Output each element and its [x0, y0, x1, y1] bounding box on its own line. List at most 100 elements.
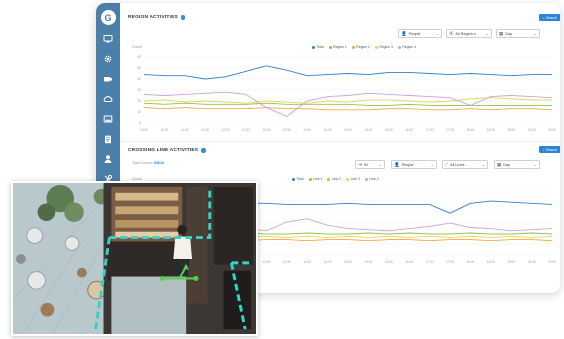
y-tick-label: 10	[137, 110, 141, 114]
x-tick-label: 20:00	[548, 260, 556, 264]
x-tick-label: 18:00	[466, 260, 474, 264]
crossing-period-select[interactable]: ▦ Day ⌄	[494, 160, 540, 169]
legend-item[interactable]: Region 4	[397, 45, 416, 49]
y-tick-label: 50	[137, 66, 141, 70]
crossing-legend: Total Line 1 Line 2 Line 3 Line 4	[292, 177, 379, 181]
crossing-search-button[interactable]: ⌕ Search	[539, 146, 560, 153]
x-tick-label: 18:30	[487, 128, 495, 132]
chevron-down-icon: ⌄	[481, 162, 485, 167]
crossing-title-text: CROSSING LINE ACTIVITIES	[128, 148, 199, 153]
x-tick-label: 18:30	[487, 260, 495, 264]
x-tick-label: 15:00	[344, 260, 352, 264]
x-tick-label: 19:30	[528, 260, 536, 264]
person-icon: 👤	[401, 30, 407, 36]
y-tick-label: 30	[137, 88, 141, 92]
chevron-down-icon: ⌄	[435, 31, 439, 36]
region-search-label: Search	[545, 15, 558, 20]
x-tick-label: 14:30	[324, 260, 332, 264]
x-tick-label: 15:00	[344, 128, 352, 132]
x-tick-label: 14:00	[303, 260, 311, 264]
crossing-total-counts: Total Counts: 83616	[132, 161, 164, 165]
legend-item[interactable]: Region 2	[351, 45, 370, 49]
user-icon[interactable]	[96, 153, 120, 165]
x-tick-label: 11:30	[201, 128, 209, 132]
chevron-down-icon: ⌄	[533, 31, 537, 36]
info-icon[interactable]	[180, 15, 186, 20]
legend-label: Line 4	[369, 177, 379, 181]
region-y-axis-label: Count	[132, 45, 142, 49]
clipboard-icon[interactable]	[96, 133, 120, 145]
legend-item[interactable]: Total	[312, 45, 324, 49]
region-panel-title: REGION ACTIVITIES	[128, 15, 186, 20]
x-tick-label: 19:00	[507, 260, 515, 264]
x-tick-label: 17:00	[426, 260, 434, 264]
legend-swatch	[327, 177, 331, 181]
crossing-period-value: Day	[503, 162, 511, 167]
x-tick-label: 10:30	[160, 128, 168, 132]
location-pin-icon: ⦿	[449, 30, 454, 36]
x-tick-label: 13:30	[283, 260, 291, 264]
monitor-icon[interactable]	[96, 33, 120, 45]
app-logo[interactable]: G	[100, 10, 116, 25]
legend-item[interactable]: Line 4	[364, 177, 379, 181]
x-tick-label: 15:30	[364, 128, 372, 132]
x-tick-label: 10:00	[140, 128, 148, 132]
legend-item[interactable]: Line 2	[327, 177, 341, 181]
x-tick-label: 18:00	[466, 128, 474, 132]
region-object-select[interactable]: 👤 People ⌄	[398, 29, 442, 38]
legend-label: Total	[316, 45, 324, 49]
legend-swatch	[397, 45, 401, 49]
camera-icon[interactable]	[96, 73, 120, 85]
series-line-region-3[interactable]	[143, 97, 552, 104]
x-tick-label: 12:30	[242, 128, 250, 132]
crossing-lines-value: All Lines	[450, 162, 465, 167]
x-tick-label: 11:00	[181, 128, 189, 132]
legend-item[interactable]: Region 3	[374, 45, 393, 49]
cloud-icon[interactable]	[96, 93, 120, 105]
x-tick-label: 16:00	[385, 128, 393, 132]
image-icon[interactable]	[96, 113, 120, 125]
x-tick-label: 17:30	[446, 128, 454, 132]
region-title-text: REGION ACTIVITIES	[128, 15, 178, 20]
legend-swatch	[346, 177, 350, 181]
legend-item[interactable]: Region 1	[328, 45, 347, 49]
search-icon: ⌕	[542, 147, 545, 152]
search-icon: ⌕	[542, 15, 545, 20]
crossing-direction-select[interactable]: ⇥ IN ⌄	[355, 160, 385, 169]
calendar-icon: ▦	[497, 161, 502, 167]
crossing-lines-select[interactable]: ⟋ All Lines ⌄	[442, 160, 488, 169]
x-tick-label: 12:00	[222, 128, 230, 132]
series-line-region-1[interactable]	[143, 102, 552, 106]
x-tick-label: 14:00	[303, 128, 311, 132]
region-region-select[interactable]: ⦿ All Region s ⌄	[446, 29, 492, 38]
legend-swatch	[364, 177, 368, 181]
legend-item[interactable]: Line 3	[346, 177, 360, 181]
x-tick-label: 13:00	[262, 128, 270, 132]
legend-swatch	[374, 45, 378, 49]
gear-icon[interactable]	[96, 53, 120, 65]
legend-item[interactable]: Total	[292, 177, 304, 181]
cafe-scene-image	[13, 183, 256, 334]
enter-icon: ⇥	[358, 161, 362, 167]
region-period-select[interactable]: ▦ Day ⌄	[496, 29, 540, 38]
y-tick-label: 20	[137, 99, 141, 103]
y-tick-label: 60	[137, 55, 141, 59]
x-tick-label: 16:30	[405, 128, 413, 132]
crossing-search-label: Search	[545, 147, 558, 152]
legend-swatch	[292, 177, 295, 181]
region-object-value: People	[408, 31, 421, 36]
crossing-object-select[interactable]: 👤 People ⌄	[391, 160, 437, 169]
panel-divider	[120, 141, 560, 142]
legend-label: Line 3	[350, 177, 360, 181]
legend-label: Line 2	[331, 177, 342, 181]
legend-item[interactable]: Line 1	[308, 177, 322, 181]
y-tick-label: 40	[137, 77, 141, 81]
x-tick-label: 15:30	[364, 260, 372, 264]
series-line-region-2[interactable]	[143, 107, 553, 111]
info-icon[interactable]	[201, 148, 206, 153]
chevron-down-icon: ⌄	[430, 162, 434, 167]
region-search-button[interactable]: ⌕ Search	[539, 14, 560, 21]
camera-snapshot	[11, 181, 258, 336]
region-period-value: Day	[505, 31, 513, 36]
x-tick-label: 20:00	[548, 128, 556, 132]
